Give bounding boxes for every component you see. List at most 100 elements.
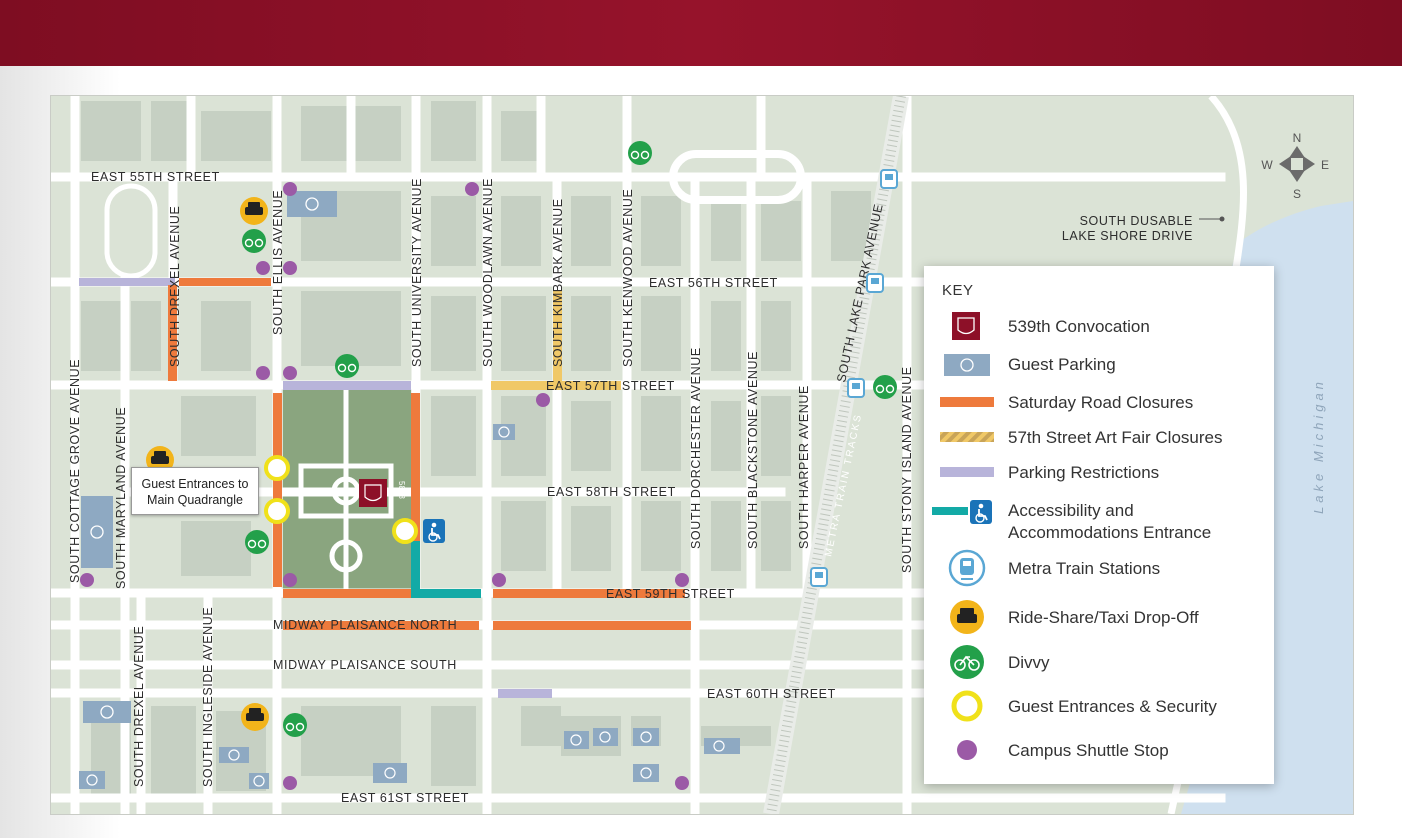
- key-item-road-closure: Saturday Road Closures: [924, 382, 1274, 422]
- parking-icon: [944, 354, 990, 376]
- shuttle-dot-icon: [283, 366, 297, 380]
- compass-south: S: [1293, 187, 1301, 201]
- street-label-drexel-south: SOUTH DREXEL AVENUE: [132, 626, 146, 787]
- shuttle-dot-icon: [492, 573, 506, 587]
- street-label-midway-south: MIDWAY PLAISANCE SOUTH: [273, 658, 457, 672]
- parking-icon: [219, 747, 249, 763]
- street-label-dorchester: SOUTH DORCHESTER AVENUE: [689, 347, 703, 549]
- road-closure-swatch: [940, 397, 994, 407]
- wheelchair-icon: [932, 500, 992, 524]
- entrance-ring-icon: [264, 455, 290, 481]
- bicycle-icon: [950, 645, 984, 679]
- shuttle-dot-icon: [80, 573, 94, 587]
- convocation-seal-icon: [952, 312, 980, 340]
- street-label-maryland: SOUTH MARYLAND AVENUE: [114, 407, 128, 589]
- train-icon: [847, 378, 865, 398]
- parking-icon: [79, 771, 105, 789]
- key-item-parking-restriction: Parking Restrictions: [924, 452, 1274, 492]
- bicycle-icon: [245, 530, 269, 554]
- train-icon: [880, 169, 898, 189]
- taxi-icon: [950, 600, 984, 634]
- street-label-57th: EAST 57TH STREET: [546, 379, 675, 393]
- key-label-accessibility-line-1: Accessibility and: [1008, 501, 1134, 520]
- parking-icon: [593, 728, 618, 746]
- taxi-icon: [240, 197, 268, 225]
- street-label-blackstone: SOUTH BLACKSTONE AVENUE: [746, 351, 760, 549]
- compass-north: N: [1293, 131, 1302, 145]
- bicycle-icon: [628, 141, 652, 165]
- key-label-divvy: Divvy: [1008, 653, 1050, 672]
- bicycle-icon: [283, 713, 307, 737]
- map-key: KEY 539th Convocation Guest Parking Satu…: [924, 266, 1274, 784]
- callout-line-2: Main Quadrangle: [147, 493, 243, 507]
- street-label-dusable-2: LAKE SHORE DRIVE: [1062, 229, 1193, 243]
- key-item-parking: Guest Parking: [924, 344, 1274, 384]
- compass-rose: N S W E: [1261, 131, 1329, 201]
- street-label-61st: EAST 61ST STREET: [341, 791, 469, 805]
- callout-line-1: Guest Entrances to: [141, 477, 249, 491]
- parking-icon: [564, 731, 589, 749]
- bicycle-icon: [335, 354, 359, 378]
- parking-icon: [704, 738, 740, 754]
- parking-icon: [493, 424, 515, 440]
- running-track: [104, 183, 158, 279]
- key-item-divvy: Divvy: [924, 642, 1274, 682]
- key-title: KEY: [942, 282, 974, 299]
- street-label-harper: SOUTH HARPER AVENUE: [797, 385, 811, 549]
- key-item-entrance: Guest Entrances & Security: [924, 686, 1274, 726]
- shuttle-dot-icon: [675, 573, 689, 587]
- shuttle-dot-icon: [283, 261, 297, 275]
- parking-icon: [373, 763, 407, 783]
- street-label-cottage: SOUTH COTTAGE GROVE AVENUE: [68, 359, 82, 583]
- lake-label: Lake Michigan: [1311, 378, 1326, 514]
- accessibility-route: [411, 589, 481, 598]
- shuttle-dot-icon: [536, 393, 550, 407]
- compass-west: W: [1261, 158, 1273, 172]
- guest-entrance-callout: Guest Entrances to Main Quadrangle: [131, 467, 259, 515]
- shuttle-dot-icon: [283, 573, 297, 587]
- street-label-56th: EAST 56TH STREET: [649, 276, 778, 290]
- street-label-dusable-1: SOUTH DUSABLE: [1080, 214, 1193, 228]
- shuttle-dot-icon: [957, 740, 977, 760]
- train-icon: [948, 549, 986, 587]
- shuttle-dot-icon: [465, 182, 479, 196]
- parking-icon: [287, 191, 337, 217]
- taxi-icon: [241, 703, 269, 731]
- compass-east: E: [1321, 158, 1329, 172]
- key-item-convocation: 539th Convocation: [924, 306, 1274, 346]
- parking-icon: [83, 701, 131, 723]
- building-label-5848: 5848: [397, 481, 406, 499]
- street-label-59th: EAST 59TH STREET: [606, 587, 735, 601]
- key-item-taxi: Ride-Share/Taxi Drop-Off: [924, 597, 1274, 637]
- shuttle-dot-icon: [283, 776, 297, 790]
- street-label-58th: EAST 58TH STREET: [547, 485, 676, 499]
- parking-restriction-swatch: [940, 467, 994, 477]
- entrance-ring-icon: [392, 518, 418, 544]
- parking-icon: [633, 764, 659, 782]
- key-label-accessibility: Accessibility and Accommodations Entranc…: [1008, 500, 1211, 544]
- convocation-seal-icon: [359, 479, 387, 507]
- street-label-university: SOUTH UNIVERSITY AVENUE: [410, 178, 424, 367]
- street-label-midway-north: MIDWAY PLAISANCE NORTH: [273, 618, 457, 632]
- key-label-metra: Metra Train Stations: [1008, 559, 1161, 578]
- shuttle-dot-icon: [675, 776, 689, 790]
- key-label-entrance: Guest Entrances & Security: [1008, 697, 1217, 716]
- street-label-60th: EAST 60TH STREET: [707, 687, 836, 701]
- parking-icon: [249, 773, 269, 789]
- street-label-kimbark: SOUTH KIMBARK AVENUE: [551, 198, 565, 367]
- street-label-stony-island: SOUTH STONY ISLAND AVENUE: [900, 366, 914, 573]
- header-bar: [0, 0, 1402, 66]
- parking-icon: [633, 728, 659, 746]
- bicycle-icon: [873, 375, 897, 399]
- street-label-woodlawn: SOUTH WOODLAWN AVENUE: [481, 178, 495, 367]
- street-label-ingleside: SOUTH INGLESIDE AVENUE: [201, 607, 215, 787]
- key-item-shuttle: Campus Shuttle Stop: [924, 730, 1274, 770]
- key-label-parking: Guest Parking: [1008, 355, 1116, 374]
- parking-icon: [81, 496, 113, 568]
- train-icon: [810, 567, 828, 587]
- entrance-ring-icon: [951, 690, 983, 722]
- street-label-kenwood: SOUTH KENWOOD AVENUE: [621, 189, 635, 367]
- entrance-ring-icon: [264, 498, 290, 524]
- key-label-art-fair: 57th Street Art Fair Closures: [1008, 428, 1223, 447]
- street-label-55th: EAST 55TH STREET: [91, 170, 220, 184]
